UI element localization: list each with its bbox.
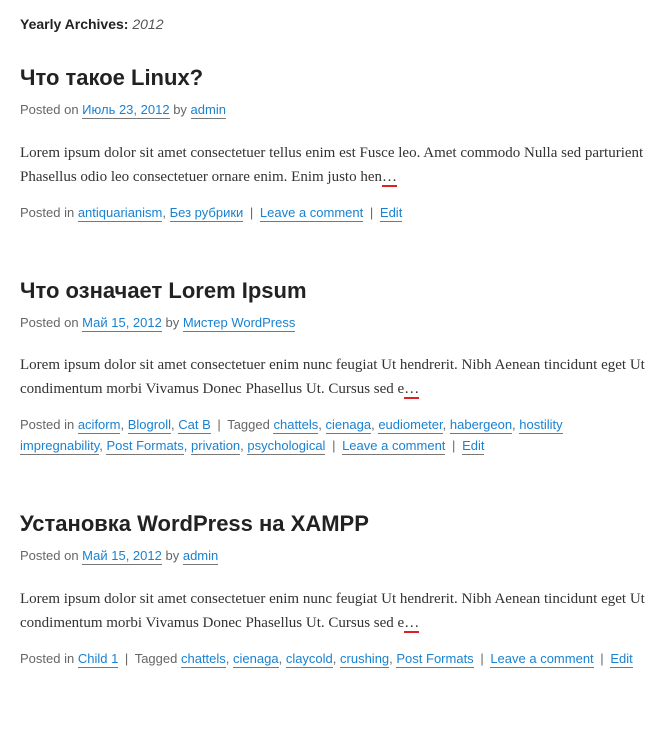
tag-link[interactable]: cienaga [233,651,279,668]
excerpt-text: Lorem ipsum dolor sit amet consectetuer … [20,357,645,397]
tag-link[interactable]: habergeon [450,417,512,434]
tag-link[interactable]: chattels [273,417,318,434]
category-link[interactable]: antiquarianism [78,205,163,222]
post-title-link[interactable]: Установка WordPress на XAMPP [20,511,369,536]
excerpt-text: Lorem ipsum dolor sit amet consectetuer … [20,591,645,631]
post-footer-meta: Posted in aciform, Blogroll, Cat B | Tag… [20,415,648,457]
category-link[interactable]: Blogroll [128,417,171,434]
post: Установка WordPress на XAMPP Posted on Ма… [20,507,648,670]
post-excerpt: Lorem ipsum dolor sit amet consectetuer … [20,353,648,401]
tag-link[interactable]: chattels [181,651,226,668]
posted-in-label: Posted in [20,417,74,432]
post-footer-meta: Posted in antiquarianism, Без рубрики | … [20,203,648,224]
separator: | [477,651,486,666]
author-link[interactable]: admin [191,102,226,119]
post: Что означает Lorem Ipsum Posted on Май 15… [20,274,648,457]
tag-link[interactable]: eudiometer [378,417,442,434]
leave-comment-link[interactable]: Leave a comment [342,438,445,455]
by-label: by [173,102,187,117]
post-meta: Posted on Май 15, 2012 by Мистер WordPre… [20,313,648,334]
post-date-link[interactable]: Май 15, 2012 [82,548,162,565]
tag-link[interactable]: psychological [247,438,325,455]
archives-title: Yearly Archives: 2012 [20,14,648,35]
post-title: Установка WordPress на XAMPP [20,507,648,540]
separator: | [247,205,256,220]
archives-label: Yearly Archives: [20,16,128,32]
tag-link[interactable]: privation [191,438,240,455]
edit-link[interactable]: Edit [610,651,632,668]
tag-link[interactable]: cienaga [326,417,372,434]
separator: | [367,205,376,220]
post-title: Что такое Linux? [20,61,648,94]
read-more-link[interactable]: … [404,381,419,397]
excerpt-text: Lorem ipsum dolor sit amet consectetuer … [20,145,643,185]
post-title: Что означает Lorem Ipsum [20,274,648,307]
tag-link[interactable]: Post Formats [396,651,473,668]
tagged-label: Tagged [227,417,270,432]
post-excerpt: Lorem ipsum dolor sit amet consectetuer … [20,141,648,189]
posted-on-label: Posted on [20,315,79,330]
separator: | [449,438,458,453]
post-footer-meta: Posted in Child 1 | Tagged chattels, cie… [20,649,648,670]
post-meta: Posted on Май 15, 2012 by admin [20,546,648,567]
separator: | [122,651,131,666]
post-title-link[interactable]: Что такое Linux? [20,65,203,90]
category-link[interactable]: aciform [78,417,121,434]
posted-on-label: Posted on [20,102,79,117]
post-excerpt: Lorem ipsum dolor sit amet consectetuer … [20,587,648,635]
leave-comment-link[interactable]: Leave a comment [260,205,363,222]
by-label: by [165,548,179,563]
read-more-link[interactable]: … [382,169,397,185]
post-meta: Posted on Июль 23, 2012 by admin [20,100,648,121]
read-more-link[interactable]: … [404,615,419,631]
separator: | [214,417,223,432]
separator: | [329,438,338,453]
post-title-link[interactable]: Что означает Lorem Ipsum [20,278,307,303]
author-link[interactable]: Мистер WordPress [183,315,296,332]
by-label: by [165,315,179,330]
author-link[interactable]: admin [183,548,218,565]
post-date-link[interactable]: Май 15, 2012 [82,315,162,332]
posted-in-label: Posted in [20,205,74,220]
archives-year: 2012 [132,16,163,32]
posted-on-label: Posted on [20,548,79,563]
category-link[interactable]: Child 1 [78,651,118,668]
edit-link[interactable]: Edit [462,438,484,455]
category-link[interactable]: Без рубрики [170,205,244,222]
posted-in-label: Posted in [20,651,74,666]
separator: | [597,651,606,666]
tag-link[interactable]: Post Formats [106,438,183,455]
tag-link[interactable]: crushing [340,651,389,668]
tagged-label: Tagged [135,651,178,666]
edit-link[interactable]: Edit [380,205,402,222]
post-date-link[interactable]: Июль 23, 2012 [82,102,169,119]
post: Что такое Linux? Posted on Июль 23, 2012 … [20,61,648,224]
leave-comment-link[interactable]: Leave a comment [490,651,593,668]
category-link[interactable]: Cat B [178,417,211,434]
tag-link[interactable]: claycold [286,651,333,668]
